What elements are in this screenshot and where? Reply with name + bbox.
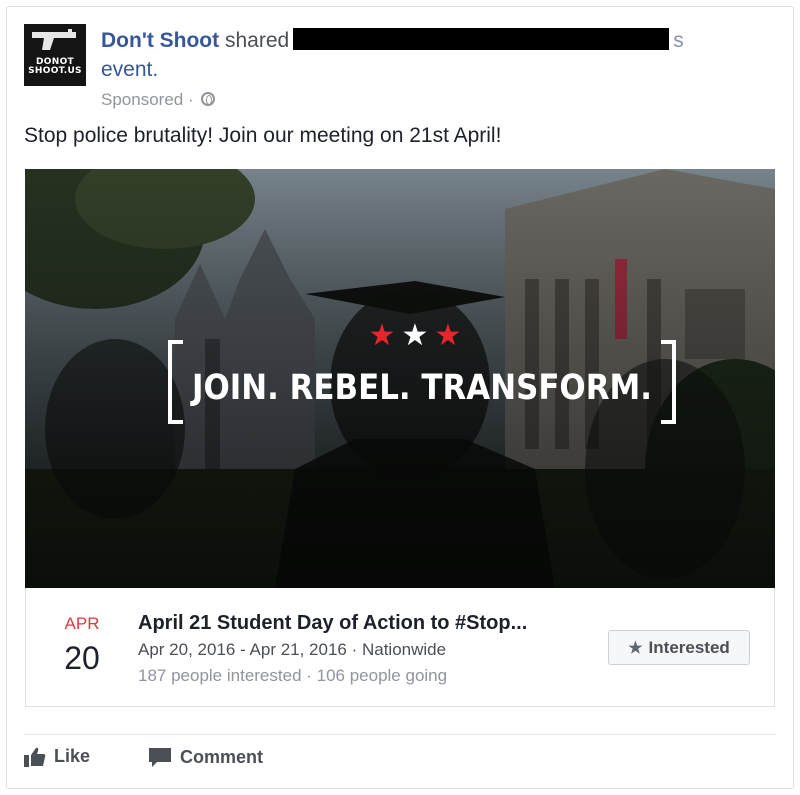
gun-icon — [32, 29, 76, 50]
post-header: Don't Shoot shared s — [101, 27, 741, 54]
shared-tail-text: s — [673, 29, 684, 52]
event-box: APR 20 April 21 Student Day of Action to… — [25, 588, 775, 707]
sponsored-label: Sponsored · — [101, 90, 216, 110]
event-title-link[interactable]: April 21 Student Day of Action to #Stop.… — [138, 612, 527, 635]
like-button[interactable]: Like — [24, 746, 90, 767]
event-cover-image[interactable]: ★ ★ ★ JOIN. REBEL. TRANSFORM. — [25, 169, 775, 588]
thumbs-up-icon — [24, 747, 46, 767]
divider — [24, 734, 776, 735]
comment-label: Comment — [180, 746, 264, 767]
banner-star: ★ — [369, 318, 396, 353]
event-link[interactable]: event. — [101, 56, 158, 83]
star-icon: ★ — [628, 639, 643, 657]
avatar[interactable]: DONOT SHOOT.US — [24, 24, 86, 86]
comment-icon — [149, 748, 171, 767]
interested-button[interactable]: ★ Interested — [608, 630, 750, 665]
event-day: 20 — [64, 640, 100, 676]
page-name-link[interactable]: Don't Shoot — [101, 29, 219, 52]
banner-star: ★ — [435, 318, 462, 353]
event-stats: 187 people interested · 106 people going — [138, 666, 448, 685]
banner-headline: JOIN. REBEL. TRANSFORM. — [190, 368, 652, 408]
redaction-bar — [293, 28, 670, 50]
comment-button[interactable]: Comment — [148, 746, 263, 768]
like-label: Like — [54, 746, 91, 766]
avatar-text: DONOT SHOOT.US — [28, 57, 82, 76]
interested-label: Interested — [648, 637, 730, 657]
post-text: Stop police brutality! Join our meeting … — [24, 124, 502, 147]
banner-star: ★ — [402, 318, 429, 353]
cover-illustration: ★ ★ ★ JOIN. REBEL. TRANSFORM. — [25, 169, 775, 588]
globe-icon — [201, 92, 216, 106]
event-dates: Apr 20, 2016 - Apr 21, 2016 · Nationwide — [138, 640, 447, 659]
event-month: APR — [64, 614, 100, 633]
shared-text: shared — [224, 29, 290, 52]
